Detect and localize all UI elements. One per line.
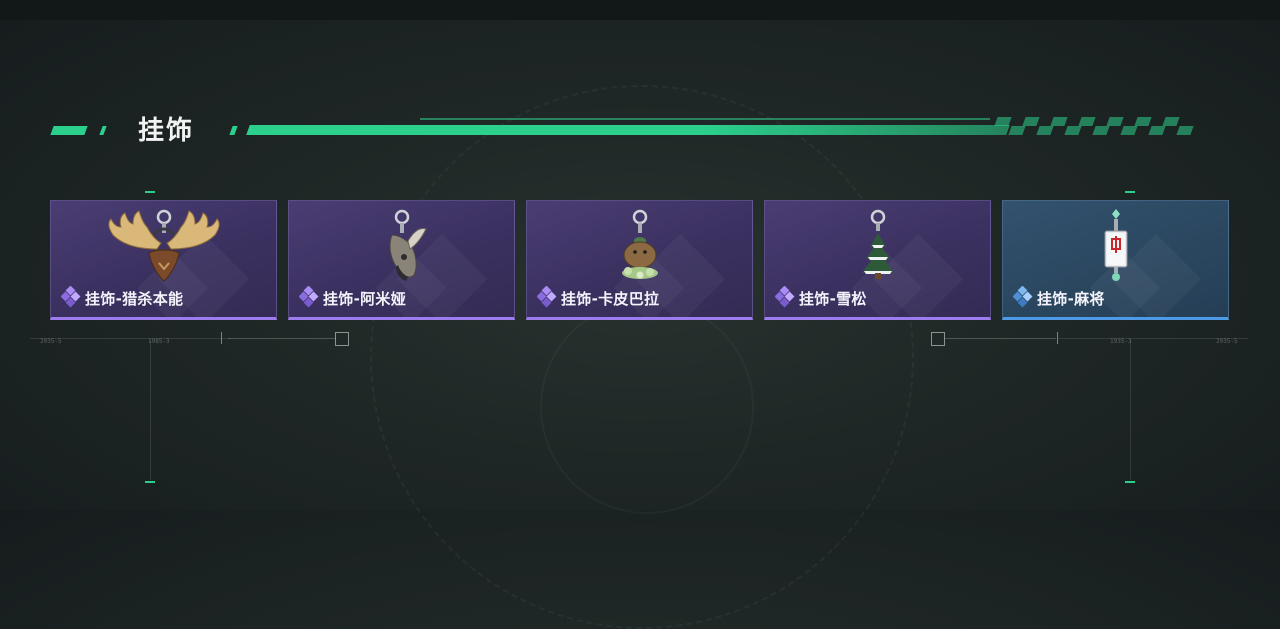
item-card[interactable]: 挂饰-阿米娅 xyxy=(288,200,515,320)
item-name: 挂饰-麻将 xyxy=(1037,290,1105,308)
hud-label: 1985-3 xyxy=(148,338,170,345)
rabbit-plush-charm-icon xyxy=(389,209,427,281)
top-strip xyxy=(0,0,1280,20)
frame-line-right xyxy=(1130,340,1131,480)
header-accent-dash-2 xyxy=(229,126,238,135)
item-card[interactable]: 挂饰-卡皮巴拉 xyxy=(526,200,753,320)
rarity-diamond-icon xyxy=(775,286,795,308)
item-card[interactable]: 挂饰-猎杀本能 xyxy=(50,200,277,320)
section-title: 挂饰 xyxy=(138,116,195,146)
frame-tick-bottom-left xyxy=(145,481,155,483)
capybara-charm-icon xyxy=(621,209,658,279)
header-thin-line xyxy=(420,118,990,120)
rarity-diamond-icon xyxy=(299,286,319,308)
header-accent-bar xyxy=(50,126,88,135)
background-inner-ring xyxy=(540,300,754,514)
header-progress-line xyxy=(246,125,1010,135)
item-name: 挂饰-阿米娅 xyxy=(323,290,407,308)
item-card[interactable]: 挂饰-麻将 xyxy=(1002,200,1229,320)
item-name: 挂饰-雪松 xyxy=(799,290,867,308)
header-accent-dash xyxy=(99,126,107,135)
item-name: 挂饰-猎杀本能 xyxy=(85,290,184,308)
snowy-pine-charm-icon xyxy=(861,209,894,279)
item-name: 挂饰-卡皮巴拉 xyxy=(561,290,660,308)
frame-tick-top-left xyxy=(145,191,155,193)
frame-tick-bottom-right xyxy=(1125,481,1135,483)
frame-line-left xyxy=(150,340,151,480)
hud-label: 2035-5 xyxy=(40,338,62,345)
rarity-diamond-icon xyxy=(537,286,557,308)
hud-label: 2035-5 xyxy=(1216,338,1238,345)
frame-tick-top-right xyxy=(1125,191,1135,193)
mahjong-tile-charm-icon xyxy=(1104,209,1127,281)
rarity-diamond-icon xyxy=(61,286,81,308)
item-card[interactable]: 挂饰-雪松 xyxy=(764,200,991,320)
rarity-diamond-icon xyxy=(1013,286,1033,308)
moose-antler-charm-icon xyxy=(107,209,220,282)
hud-label: 1935-3 xyxy=(1110,338,1132,345)
